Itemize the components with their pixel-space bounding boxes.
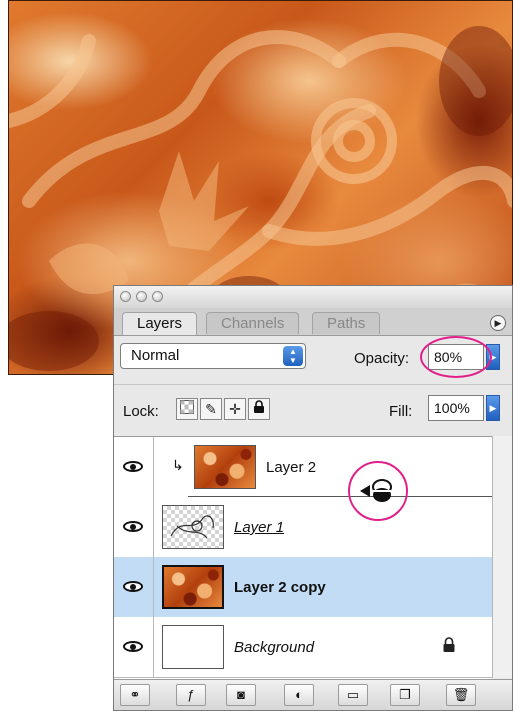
- blend-row: Normal ▲ ▼ Opacity: 80% ▶: [114, 336, 512, 378]
- panel-tabs: Layers Channels Paths ▶: [114, 308, 512, 336]
- blend-mode-value: Normal: [131, 347, 180, 364]
- panel-titlebar[interactable]: [114, 286, 512, 309]
- close-window-button[interactable]: [120, 291, 131, 302]
- layer-thumbnail: [194, 445, 256, 489]
- panel-menu-button[interactable]: ▶: [490, 315, 506, 331]
- layer-name: Layer 2 copy: [234, 579, 326, 596]
- minimize-window-button[interactable]: [136, 291, 147, 302]
- eye-icon: [123, 521, 143, 532]
- trash-icon[interactable]: 🗑: [446, 684, 476, 706]
- eye-icon: [123, 641, 143, 652]
- eye-icon: [123, 581, 143, 592]
- clipping-arrow-icon: ↳: [172, 457, 184, 473]
- opacity-label: Opacity:: [354, 350, 410, 367]
- opacity-highlight-circle: [420, 336, 492, 378]
- lock-row: Lock: ✎ ✛ Fill: 100% ▶: [114, 384, 512, 423]
- updown-arrows-icon: ▲ ▼: [283, 346, 303, 366]
- layer-row-background[interactable]: Background: [114, 617, 492, 678]
- folder-icon[interactable]: ▭: [338, 684, 368, 706]
- triangle-right-icon: ▶: [494, 318, 502, 328]
- visibility-toggle[interactable]: [114, 437, 154, 497]
- layer-thumbnail: [162, 625, 224, 669]
- visibility-toggle[interactable]: [114, 617, 154, 677]
- clipping-mask-cursor-icon: [358, 475, 398, 512]
- lock-paint-icon[interactable]: ✎: [200, 398, 222, 420]
- layer-thumbnail: [162, 505, 224, 549]
- adjustment-layer-icon[interactable]: ◐: [284, 684, 314, 706]
- lock-transparent-icon[interactable]: [176, 398, 198, 420]
- fill-slider-button[interactable]: ▶: [486, 395, 500, 421]
- fill-label: Fill:: [389, 403, 413, 420]
- tab-channels[interactable]: Channels: [206, 312, 300, 334]
- layers-list: ↳ Layer 2 Layer 1 Layer 2 copy Backgroun…: [114, 436, 492, 679]
- layer-thumbnail: [162, 565, 224, 609]
- layer-mask-icon[interactable]: ◙: [226, 684, 256, 706]
- lock-move-icon[interactable]: ✛: [224, 398, 246, 420]
- layer-row-layer-2[interactable]: ↳ Layer 2: [114, 437, 492, 498]
- triangle-right-icon: ▶: [489, 403, 497, 413]
- layer-row-layer-2-copy[interactable]: Layer 2 copy: [114, 557, 492, 618]
- panel-bottom-bar: ⚭ ƒ ◙ ◐ ▭ ❐ 🗑: [114, 679, 512, 710]
- layer-name: Layer 1: [234, 519, 285, 536]
- fill-input[interactable]: 100%: [428, 395, 484, 421]
- lock-icon: [442, 637, 456, 658]
- tab-layers[interactable]: Layers: [122, 312, 198, 335]
- floral-sketch-icon: [170, 515, 214, 539]
- new-layer-icon[interactable]: ❐: [390, 684, 420, 706]
- layers-panel: Layers Channels Paths ▶ Normal ▲ ▼ Opacit…: [113, 285, 513, 711]
- eye-icon: [123, 461, 143, 472]
- visibility-toggle[interactable]: [114, 557, 154, 617]
- link-icon[interactable]: ⚭: [120, 684, 150, 706]
- blend-mode-select[interactable]: Normal ▲ ▼: [120, 343, 306, 369]
- layer-name: Layer 2: [266, 459, 317, 476]
- zoom-window-button[interactable]: [152, 291, 163, 302]
- layer-name: Background: [234, 639, 315, 656]
- layer-row-layer-1[interactable]: Layer 1: [114, 497, 492, 558]
- tab-paths[interactable]: Paths: [312, 312, 381, 334]
- lock-label: Lock:: [123, 403, 159, 420]
- visibility-toggle[interactable]: [114, 497, 154, 557]
- lock-all-icon[interactable]: [248, 398, 270, 420]
- layers-scrollbar[interactable]: [492, 436, 512, 678]
- layer-style-icon[interactable]: ƒ: [176, 684, 206, 706]
